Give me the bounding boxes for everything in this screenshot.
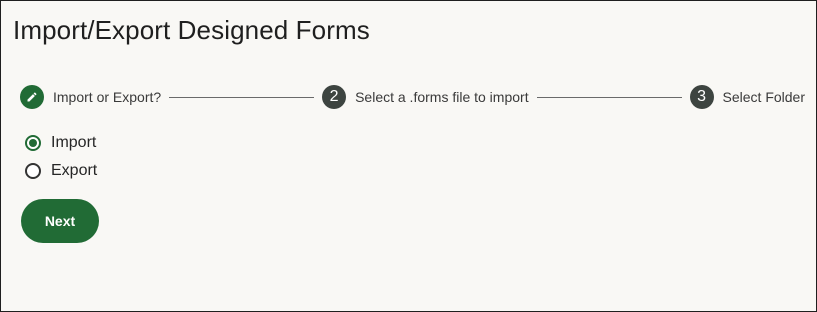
import-option[interactable]: Import (25, 129, 97, 157)
page-title: Import/Export Designed Forms (13, 15, 370, 45)
stepper: Import or Export? 2 Select a .forms file… (20, 83, 805, 111)
step-label: Import or Export? (53, 89, 162, 105)
step-connector (169, 96, 315, 98)
pencil-icon (20, 85, 44, 109)
next-button[interactable]: Next (21, 199, 99, 243)
app-window: Import/Export Designed Forms Import or E… (0, 0, 817, 312)
import-radio[interactable] (25, 135, 41, 151)
step-connector (536, 96, 682, 98)
step-select-folder[interactable]: 3 Select Folder (689, 85, 805, 109)
step-import-or-export[interactable]: Import or Export? (20, 85, 161, 109)
import-export-radio-group: Import Export (25, 129, 97, 185)
step-label: Select a .forms file to import (355, 89, 529, 105)
step-number-badge: 2 (322, 85, 347, 109)
export-radio[interactable] (25, 163, 41, 179)
export-option-label[interactable]: Export (51, 162, 97, 180)
step-select-file[interactable]: 2 Select a .forms file to import (322, 85, 529, 109)
radio-selected-dot (29, 139, 37, 147)
export-option[interactable]: Export (25, 157, 97, 185)
step-number-badge: 3 (689, 85, 714, 109)
step-label: Select Folder (722, 89, 805, 105)
import-option-label[interactable]: Import (51, 134, 96, 152)
